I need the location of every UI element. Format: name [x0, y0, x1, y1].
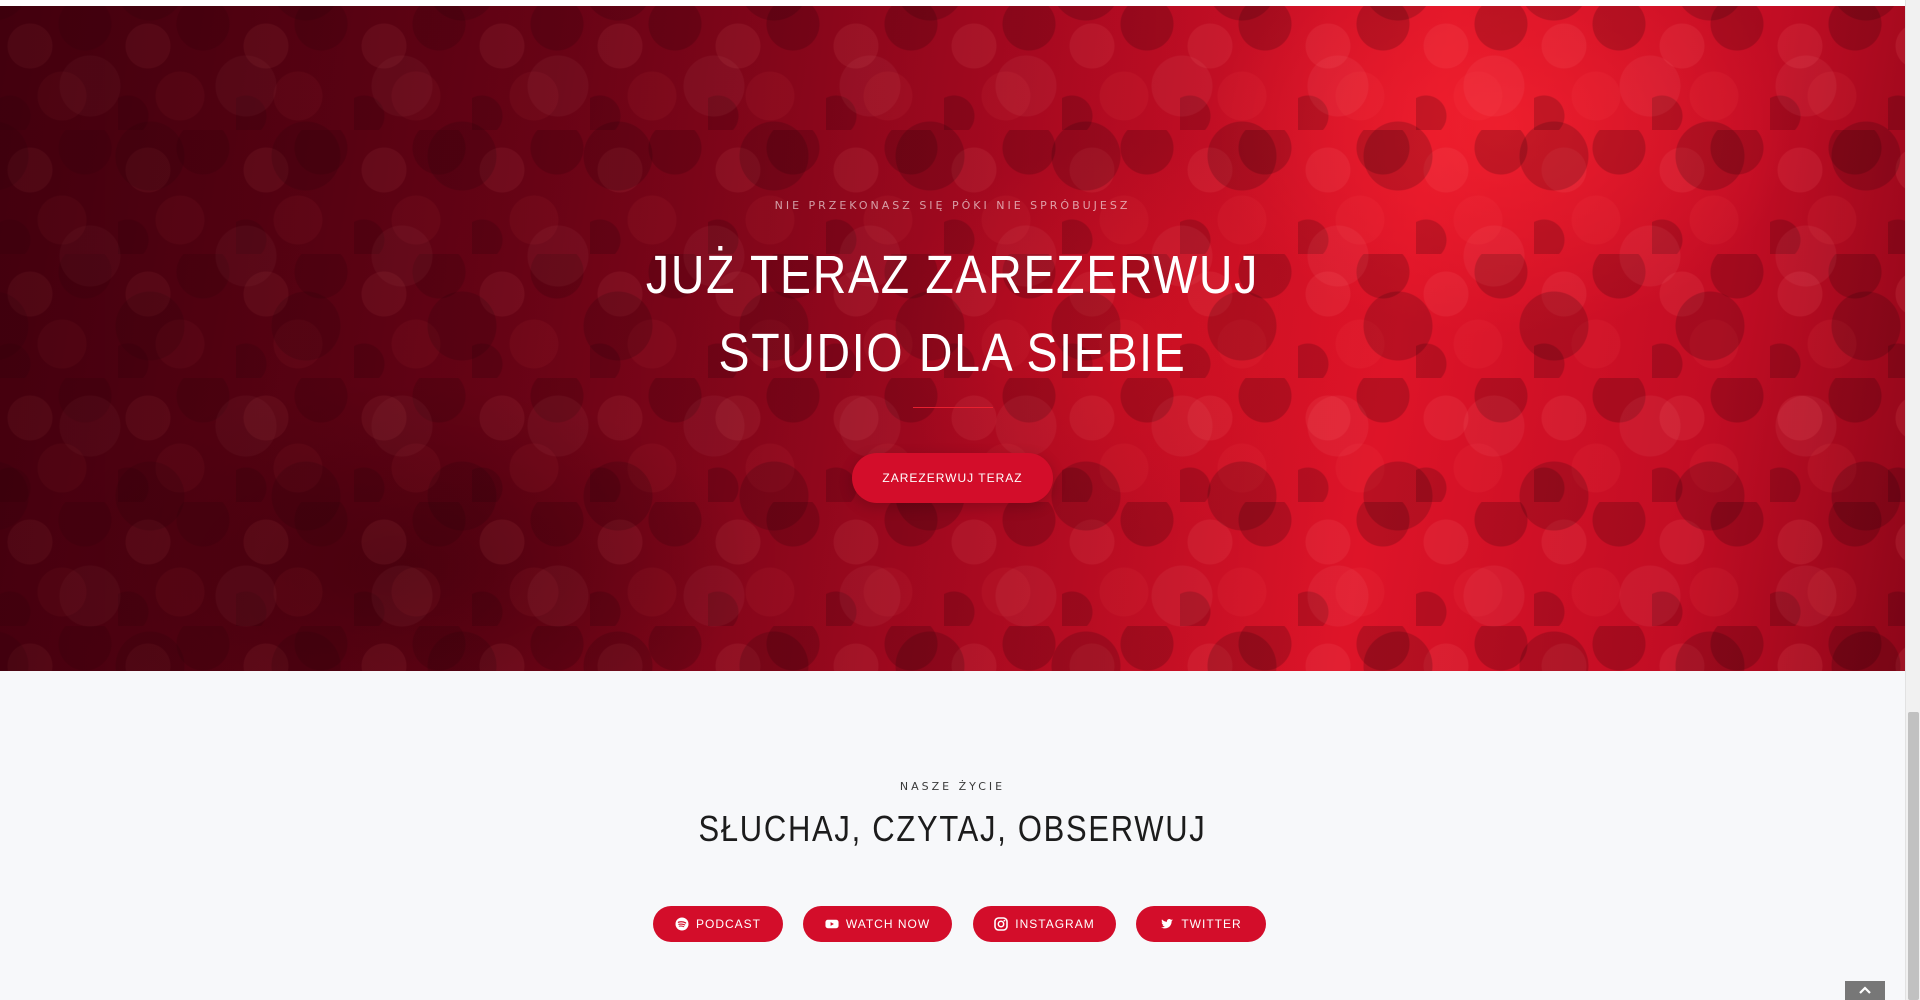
page-scrollbar[interactable] [1905, 0, 1920, 1000]
podcast-button[interactable]: PODCAST [653, 906, 783, 942]
youtube-icon [825, 917, 839, 931]
hero-content: NIE PRZEKONASZ SIĘ PÓKI NIE SPRÓBUJESZ J… [0, 0, 1905, 665]
hero-divider [913, 407, 993, 408]
reserve-now-button[interactable]: ZAREZERWUJ TERAZ [852, 453, 1053, 503]
hero-eyebrow: NIE PRZEKONASZ SIĘ PÓKI NIE SPRÓBUJESZ [774, 199, 1131, 212]
section-title: SŁUCHAJ, CZYTAJ, OBSERWUJ [698, 808, 1207, 849]
instagram-button[interactable]: INSTAGRAM [973, 906, 1116, 942]
scrollbar-thumb[interactable] [1908, 712, 1919, 1000]
spotify-icon [675, 917, 689, 931]
scroll-to-top-button[interactable] [1845, 981, 1885, 1000]
twitter-icon [1160, 917, 1174, 931]
watch-now-button[interactable]: WATCH NOW [803, 906, 952, 942]
twitter-label: TWITTER [1181, 917, 1242, 931]
section-eyebrow: NASZE ŻYCIE [899, 780, 1006, 793]
hero-title: JUŻ TERAZ ZAREZERWUJ STUDIO DLA SIEBIE [133, 236, 1771, 392]
podcast-label: PODCAST [695, 917, 761, 931]
instagram-label: INSTAGRAM [1015, 917, 1095, 931]
twitter-button[interactable]: TWITTER [1136, 906, 1266, 942]
social-buttons: PODCAST WATCH NOW INSTAGRAM TWITTER [0, 906, 1905, 942]
hero-title-line2: STUDIO DLA SIEBIE [718, 323, 1187, 383]
instagram-icon [994, 917, 1009, 931]
hero-title-line1: JUŻ TERAZ ZAREZERWUJ [645, 245, 1260, 305]
watch-now-label: WATCH NOW [845, 917, 931, 931]
page: NIE PRZEKONASZ SIĘ PÓKI NIE SPRÓBUJESZ J… [0, 0, 1920, 1000]
chevron-up-icon [1858, 982, 1872, 999]
